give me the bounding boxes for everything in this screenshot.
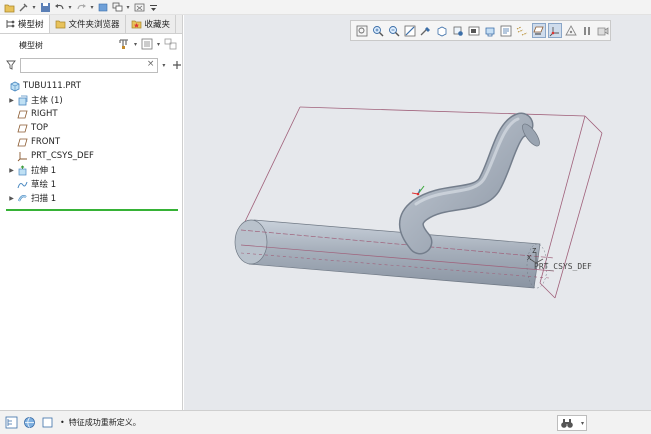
tab-folder-browser[interactable]: 文件夹浏览器 (50, 15, 126, 33)
tree-node-label: TOP (31, 123, 49, 133)
extrude-cylinder (234, 219, 555, 289)
tab-model-tree[interactable]: 模型树 (0, 15, 50, 33)
undo-icon[interactable] (53, 1, 65, 13)
navigator-tabs: 模型树 文件夹浏览器 收藏夹 (0, 15, 182, 34)
csys-icon (16, 151, 28, 162)
tree-tools: ▾ ▾ (118, 38, 178, 50)
datum-plane-icon (16, 109, 28, 120)
tree-node-label: 主体 (1) (31, 96, 63, 106)
tree-title: 模型树 (19, 40, 43, 50)
status-message: • 特征成功重新定义。 (60, 417, 141, 428)
settings-icon[interactable] (118, 38, 130, 50)
chevron-down-icon[interactable]: ▾ (134, 41, 137, 48)
part-icon (8, 81, 20, 92)
clear-icon[interactable]: × (147, 59, 155, 69)
tree-node-extrude[interactable]: ▶ 拉伸 1 (0, 163, 182, 177)
filter-row: × ▾ (0, 56, 182, 74)
close-window-icon[interactable] (133, 1, 145, 13)
quick-access-toolbar: ▾ ▾ ▾ ▾ (0, 0, 651, 15)
model-tree-icon (6, 20, 15, 28)
navigator-toggle-icon[interactable] (4, 416, 18, 430)
tree-node-label: 扫描 1 (31, 194, 57, 204)
tree-node-root[interactable]: TUBU111.PRT (0, 79, 182, 93)
insert-indicator[interactable] (6, 209, 178, 211)
sweep-tube (398, 112, 540, 255)
body-icon (16, 95, 28, 106)
graphics-window[interactable]: Z X PRT_CSYS_DEF (184, 15, 651, 410)
datum-plane-icon (16, 123, 28, 134)
tree-node-right[interactable]: RIGHT (0, 107, 182, 121)
customize-toolbar-icon[interactable] (147, 1, 159, 13)
browser-toggle-icon[interactable] (22, 416, 36, 430)
tree-node-top[interactable]: TOP (0, 121, 182, 135)
redo-icon[interactable] (75, 1, 87, 13)
chevron-down-icon[interactable]: ▾ (162, 62, 165, 69)
triad-icon (411, 185, 425, 196)
tree-header: 模型树 ▾ ▾ (0, 34, 182, 56)
chevron-down-icon[interactable]: ▾ (67, 1, 73, 13)
extrude-icon (16, 164, 28, 176)
expand-toggle[interactable]: ▶ (7, 97, 16, 104)
chevron-down-icon[interactable]: ▾ (31, 1, 37, 13)
tree-node-csys[interactable]: PRT_CSYS_DEF (0, 149, 182, 163)
tree-node-label: TUBU111.PRT (23, 81, 81, 91)
add-icon[interactable] (172, 60, 182, 70)
tab-label: 模型树 (18, 20, 44, 30)
favorites-icon (131, 20, 141, 29)
sketch-icon (16, 179, 28, 190)
save-icon[interactable] (39, 1, 51, 13)
tree-node-label: 草绘 1 (31, 180, 57, 190)
tree-node-sweep[interactable]: ▶ 扫描 1 (0, 191, 182, 205)
tab-favorites[interactable]: 收藏夹 (126, 15, 177, 33)
chevron-down-icon[interactable]: ▾ (89, 1, 95, 13)
model-viewport: Z X PRT_CSYS_DEF (234, 106, 603, 299)
chevron-down-icon[interactable]: ▾ (157, 41, 160, 48)
folder-icon (55, 20, 65, 29)
chevron-down-icon[interactable]: ▾ (581, 420, 584, 427)
tab-label: 收藏夹 (144, 20, 171, 30)
fullscreen-icon[interactable] (40, 416, 54, 430)
datum-plane-icon (16, 137, 28, 148)
tree-node-label: PRT_CSYS_DEF (31, 151, 94, 161)
model-icon[interactable] (97, 1, 109, 13)
expand-toggle[interactable]: ▶ (7, 167, 16, 174)
status-bullet: • (60, 418, 65, 427)
tree-node-body[interactable]: ▶ 主体 (1) (0, 93, 182, 107)
list-view-icon[interactable] (141, 38, 153, 50)
filter-icon[interactable] (6, 60, 16, 70)
status-bar: • 特征成功重新定义。 ▾ (0, 410, 651, 434)
tree-node-front[interactable]: FRONT (0, 135, 182, 149)
csys-label: PRT_CSYS_DEF (534, 262, 592, 271)
tab-label: 文件夹浏览器 (68, 20, 120, 30)
csys-axis-z-label: Z (532, 247, 536, 255)
windows-icon[interactable] (111, 1, 123, 13)
filter-input[interactable]: × (19, 57, 159, 73)
selection-filter[interactable]: ▾ (557, 415, 587, 431)
chevron-down-icon[interactable]: ▾ (125, 1, 131, 13)
regenerate-icon[interactable] (17, 1, 29, 13)
tree-node-sketch[interactable]: 草绘 1 (0, 177, 182, 191)
sweep-icon (16, 193, 28, 204)
navigator-panel: 模型树 文件夹浏览器 收藏夹 模型树 ▾ ▾ × ▾ TUBU111.PRT ▶… (0, 15, 183, 410)
status-message-text: 特征成功重新定义。 (68, 418, 141, 427)
tree-node-label: 拉伸 1 (31, 166, 57, 176)
tree-node-label: RIGHT (31, 109, 58, 119)
model-tree: TUBU111.PRT ▶ 主体 (1) RIGHT TOP FRONT PRT… (0, 74, 182, 211)
expand-toggle[interactable]: ▶ (7, 195, 16, 202)
open-icon[interactable] (3, 1, 15, 13)
column-layout-icon[interactable] (164, 38, 178, 50)
tree-node-label: FRONT (31, 137, 61, 147)
binoculars-icon (561, 419, 573, 428)
